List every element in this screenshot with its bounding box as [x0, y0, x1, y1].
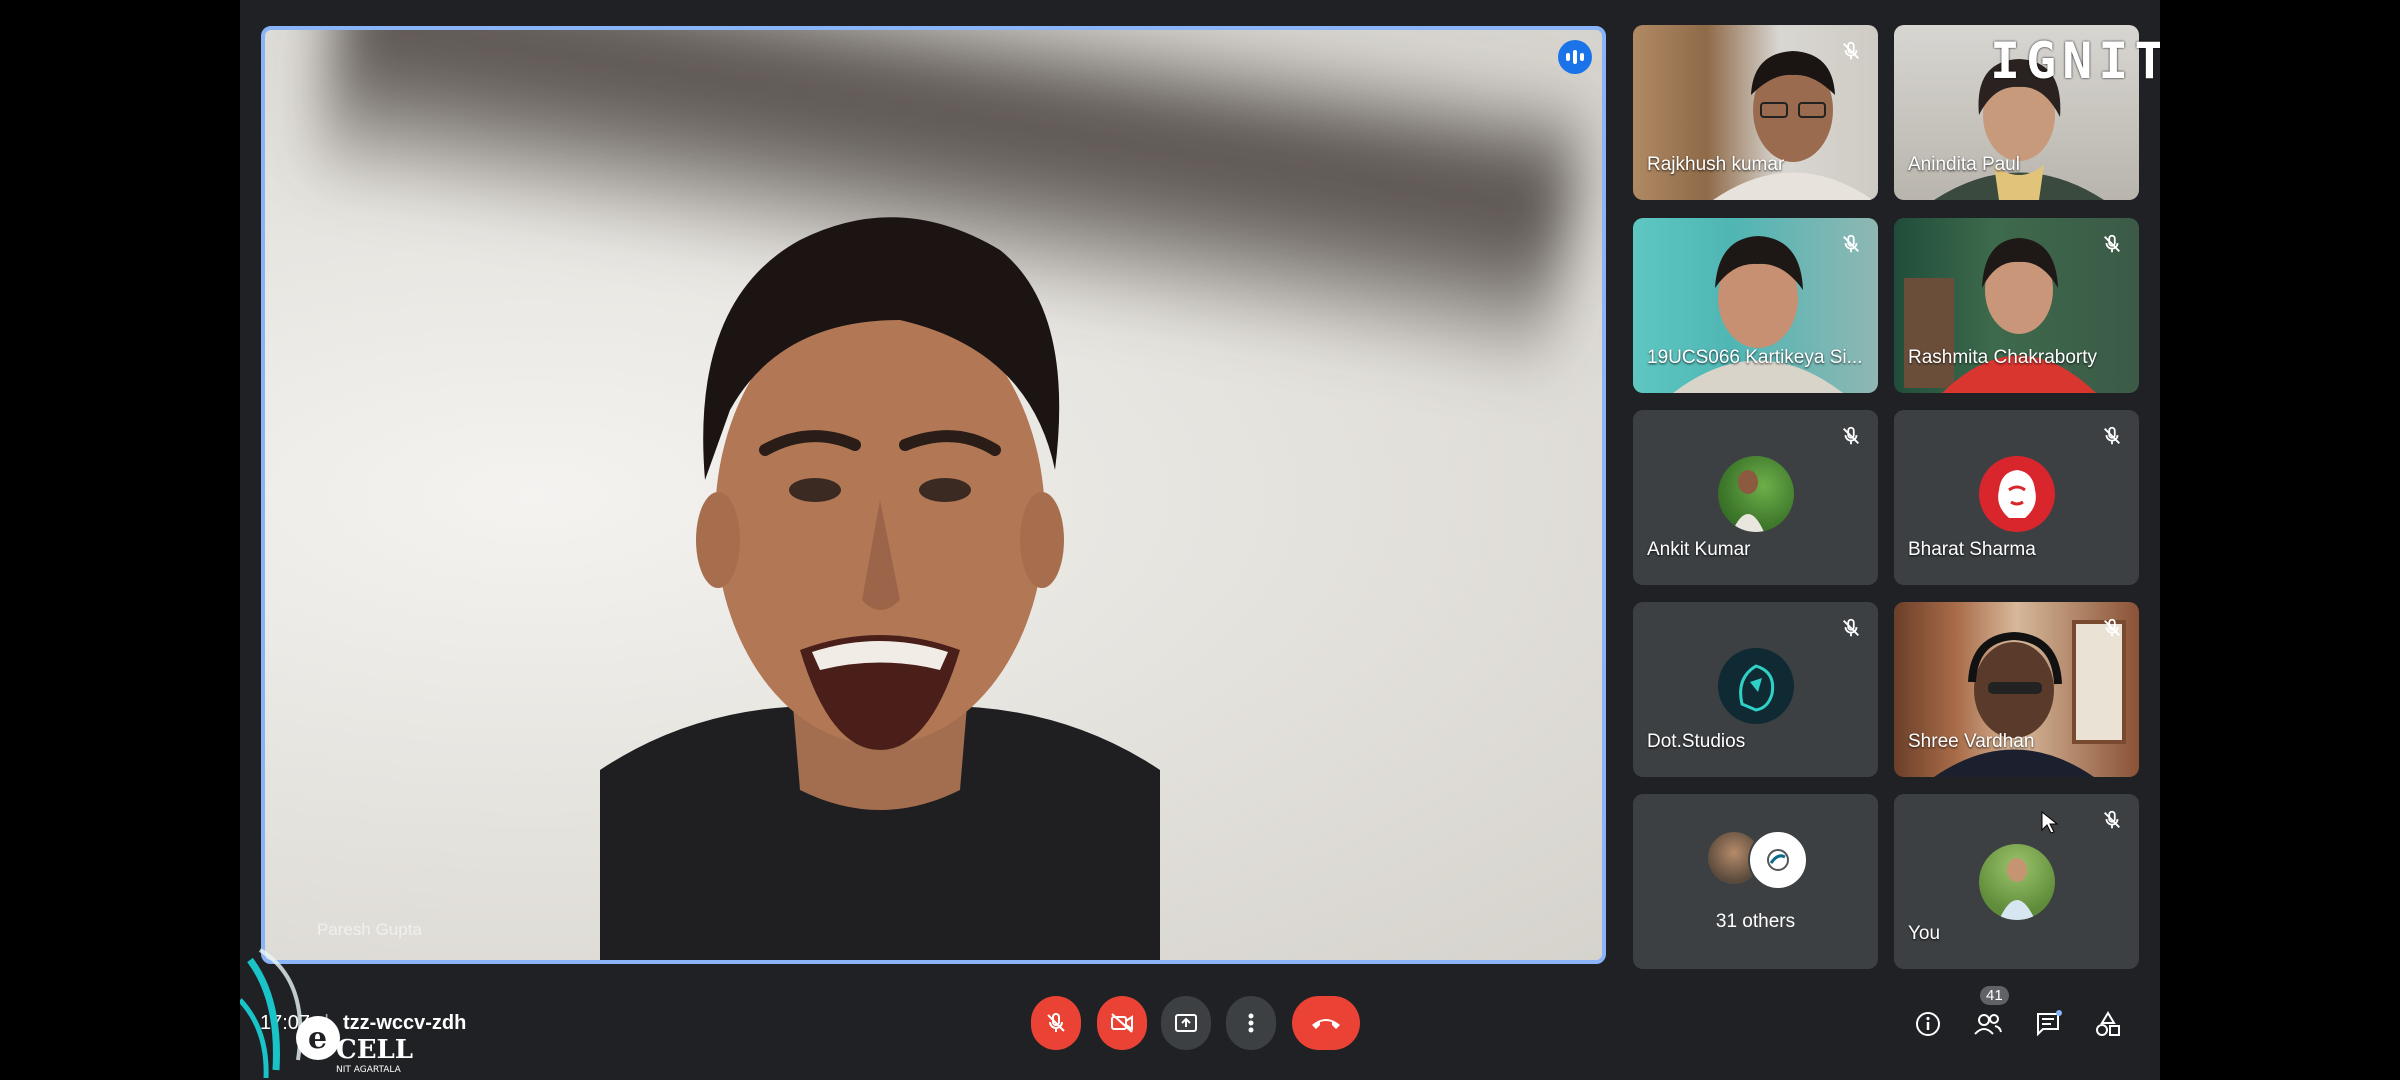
- self-label: You: [1908, 923, 1941, 944]
- camera-toggle-button[interactable]: [1097, 996, 1147, 1050]
- participant-name: 19UCS066 Kartikeya Si...: [1647, 347, 1863, 368]
- activities-button[interactable]: [2092, 1008, 2124, 1040]
- participant-tile[interactable]: 19UCS066 Kartikeya Si...: [1633, 218, 1878, 393]
- people-count-badge: 41: [1980, 986, 2009, 1005]
- present-screen-icon: [1175, 1014, 1197, 1032]
- main-speaker-video[interactable]: Paresh Gupta: [261, 26, 1606, 964]
- participant-name: Rashmita Chakraborty: [1908, 347, 2098, 368]
- mic-off-icon: [1843, 234, 1859, 253]
- speaking-indicator-icon: [1558, 40, 1592, 74]
- participant-name: Ankit Kumar: [1647, 539, 1751, 560]
- mic-off-icon: [1843, 41, 1859, 60]
- mic-off-icon: [1047, 1012, 1065, 1032]
- speaker-image: [600, 217, 1160, 960]
- svg-text:NIT AGARTALA: NIT AGARTALA: [336, 1065, 402, 1075]
- mic-off-icon: [1843, 618, 1859, 637]
- participant-tile[interactable]: Rashmita Chakraborty: [1894, 218, 2139, 393]
- participant-name: Shree Vardhan: [1908, 731, 2035, 752]
- info-icon: [1916, 1012, 1940, 1036]
- avatar: [1978, 843, 2055, 920]
- avatar: [1978, 456, 2055, 532]
- mic-off-icon: [2104, 618, 2120, 637]
- avatar: [1717, 456, 1794, 532]
- mic-off-icon: [1843, 426, 1859, 445]
- participant-tile[interactable]: Shree Vardhan: [1894, 602, 2139, 777]
- others-avatars: [1708, 830, 1808, 890]
- meeting-details-button[interactable]: [1912, 1008, 1944, 1040]
- svg-text:CELL: CELL: [336, 1035, 413, 1065]
- self-tile[interactable]: You: [1894, 794, 2139, 969]
- ecell-logo: e CELL NIT AGARTALA: [240, 948, 413, 1079]
- ignite-logo: IGNITE: [1990, 32, 2160, 90]
- mic-off-icon: [2104, 426, 2120, 445]
- camera-off-icon: [1111, 1013, 1133, 1033]
- present-button[interactable]: [1161, 996, 1211, 1050]
- people-button[interactable]: [1972, 1008, 2004, 1040]
- participant-name: Dot.Studios: [1647, 731, 1746, 752]
- participant-name: Anindita Paul: [1908, 154, 2020, 175]
- svg-text:e: e: [308, 1021, 327, 1056]
- end-call-icon: [1312, 1019, 1340, 1029]
- participant-tile[interactable]: Ankit Kumar: [1633, 410, 1878, 585]
- participant-tile[interactable]: Dot.Studios: [1633, 602, 1878, 777]
- participant-tile[interactable]: Bharat Sharma: [1894, 410, 2139, 585]
- avatar: [1748, 830, 1808, 890]
- more-options-icon: [1248, 1013, 1254, 1033]
- more-options-button[interactable]: [1226, 996, 1276, 1050]
- meet-window: Paresh Gupta Rajkhush kumar Anindita Pau…: [240, 0, 2160, 1080]
- mic-off-icon: [2104, 234, 2120, 253]
- mic-toggle-button[interactable]: [1031, 996, 1081, 1050]
- mouse-cursor-icon: [2041, 810, 2058, 834]
- participant-name: Bharat Sharma: [1908, 539, 2036, 560]
- others-label: 31 others: [1715, 911, 1796, 932]
- participant-tile[interactable]: Rajkhush kumar: [1633, 25, 1878, 200]
- main-speaker-name: Paresh Gupta: [317, 920, 422, 939]
- others-tile[interactable]: 31 others: [1633, 794, 1878, 969]
- people-icon: [1974, 1014, 2002, 1035]
- end-call-button[interactable]: [1292, 996, 1360, 1050]
- participant-name: Rajkhush kumar: [1647, 154, 1785, 175]
- avatar: [1717, 648, 1794, 724]
- activities-icon: [2096, 1011, 2120, 1036]
- chat-button[interactable]: [2032, 1008, 2064, 1040]
- chat-icon: [2037, 1010, 2062, 1037]
- mic-off-icon: [2104, 810, 2120, 829]
